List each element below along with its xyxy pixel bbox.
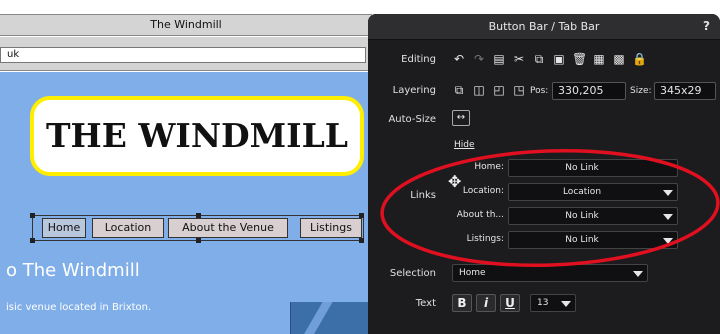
help-icon[interactable]: ? — [703, 19, 710, 33]
font-size-value: 13 — [537, 298, 549, 308]
resize-handle[interactable] — [30, 213, 35, 218]
copy-icon[interactable]: ⧉ — [532, 52, 546, 66]
page-content: THE WINDMILL Home Location About the Ven… — [0, 72, 372, 334]
resize-handle[interactable] — [30, 238, 35, 243]
panel-header: Button Bar / Tab Bar ? — [368, 14, 720, 40]
underline-button[interactable]: U — [500, 294, 520, 312]
delete-icon[interactable]: 🗑 — [572, 52, 587, 66]
undo-icon[interactable]: ↶ — [452, 52, 466, 66]
link-dropdown-about[interactable]: No Link — [508, 207, 678, 225]
italic-button[interactable]: i — [476, 294, 496, 312]
panel-title: Button Bar / Tab Bar — [488, 20, 600, 33]
ungroup-icon[interactable]: ▩ — [612, 52, 626, 66]
dropdown-value: No Link — [565, 211, 599, 221]
pos-label: Pos: — [530, 86, 549, 96]
bring-to-front-icon[interactable]: ⧉ — [452, 83, 466, 97]
tagline-text: isic venue located in Brixton. — [6, 302, 152, 313]
dropdown-value: No Link — [565, 163, 599, 173]
bring-forward-icon[interactable]: ◫ — [472, 83, 486, 97]
send-backward-icon[interactable]: ◰ — [492, 83, 506, 97]
size-label: Size: — [630, 86, 652, 96]
group-icon[interactable]: ▦ — [592, 52, 606, 66]
photo-detail — [299, 302, 333, 334]
resize-handle[interactable] — [196, 213, 201, 218]
chevron-down-icon — [663, 238, 673, 244]
site-logo: THE WINDMILL — [30, 96, 364, 176]
position-field[interactable]: 330,205 — [552, 82, 626, 100]
links-label: Links — [410, 190, 436, 201]
resize-handle[interactable] — [359, 213, 364, 218]
redo-icon[interactable]: ↷ — [472, 52, 486, 66]
mockup-canvas: The Windmill uk THE WINDMILL Home Locati… — [0, 0, 372, 334]
layering-label: Layering — [392, 85, 436, 96]
bold-button[interactable]: B — [452, 294, 472, 312]
link-dropdown-location[interactable]: Location — [508, 183, 678, 201]
address-row: uk — [0, 37, 372, 71]
hide-link[interactable]: Hide — [454, 140, 475, 150]
size-field[interactable]: 345x29 — [654, 82, 716, 100]
dropdown-value: No Link — [565, 235, 599, 245]
chevron-down-icon — [633, 271, 643, 277]
venue-photo — [290, 302, 372, 334]
chevron-down-icon — [663, 214, 673, 220]
link-label-listings: Listings: — [466, 234, 504, 244]
cut-icon[interactable]: ✂ — [512, 52, 526, 66]
link-label-about: About th... — [456, 210, 504, 220]
chevron-down-icon — [663, 190, 673, 196]
selection-value: Home — [459, 268, 486, 278]
move-cursor-icon: ✥ — [448, 172, 462, 191]
window-title: The Windmill — [0, 14, 372, 36]
welcome-heading: o The Windmill — [6, 260, 140, 281]
link-dropdown-listings[interactable]: No Link — [508, 231, 678, 249]
duplicate-icon[interactable]: ▤ — [492, 52, 506, 66]
send-to-back-icon[interactable]: ◳ — [512, 83, 526, 97]
link-label-home: Home: — [474, 162, 504, 172]
chevron-down-icon — [561, 301, 571, 307]
address-field[interactable]: uk — [0, 47, 366, 63]
nav-tab-location[interactable]: Location — [92, 218, 164, 238]
nav-tab-listings[interactable]: Listings — [300, 218, 362, 238]
nav-tab-about[interactable]: About the Venue — [168, 218, 288, 238]
property-inspector: Button Bar / Tab Bar ? Editing ↶ ↷ ▤ ✂ ⧉… — [368, 14, 720, 334]
selection-label: Selection — [389, 268, 436, 279]
font-size-dropdown[interactable]: 13 — [530, 294, 576, 312]
autosize-button[interactable]: ↔ — [452, 110, 470, 126]
dropdown-value: Location — [562, 187, 602, 197]
lock-icon[interactable]: 🔒 — [632, 52, 647, 66]
paste-icon[interactable]: ▣ — [552, 52, 566, 66]
button-bar[interactable]: Home Location About the Venue Listings — [30, 212, 364, 243]
resize-handle[interactable] — [196, 238, 201, 243]
text-label: Text — [415, 298, 436, 309]
editing-label: Editing — [401, 54, 436, 65]
resize-handle[interactable] — [359, 238, 364, 243]
link-dropdown-home[interactable]: No Link — [508, 159, 678, 177]
nav-tab-home[interactable]: Home — [42, 218, 86, 238]
selection-dropdown[interactable]: Home — [452, 264, 648, 282]
autosize-label: Auto-Size — [388, 114, 436, 125]
